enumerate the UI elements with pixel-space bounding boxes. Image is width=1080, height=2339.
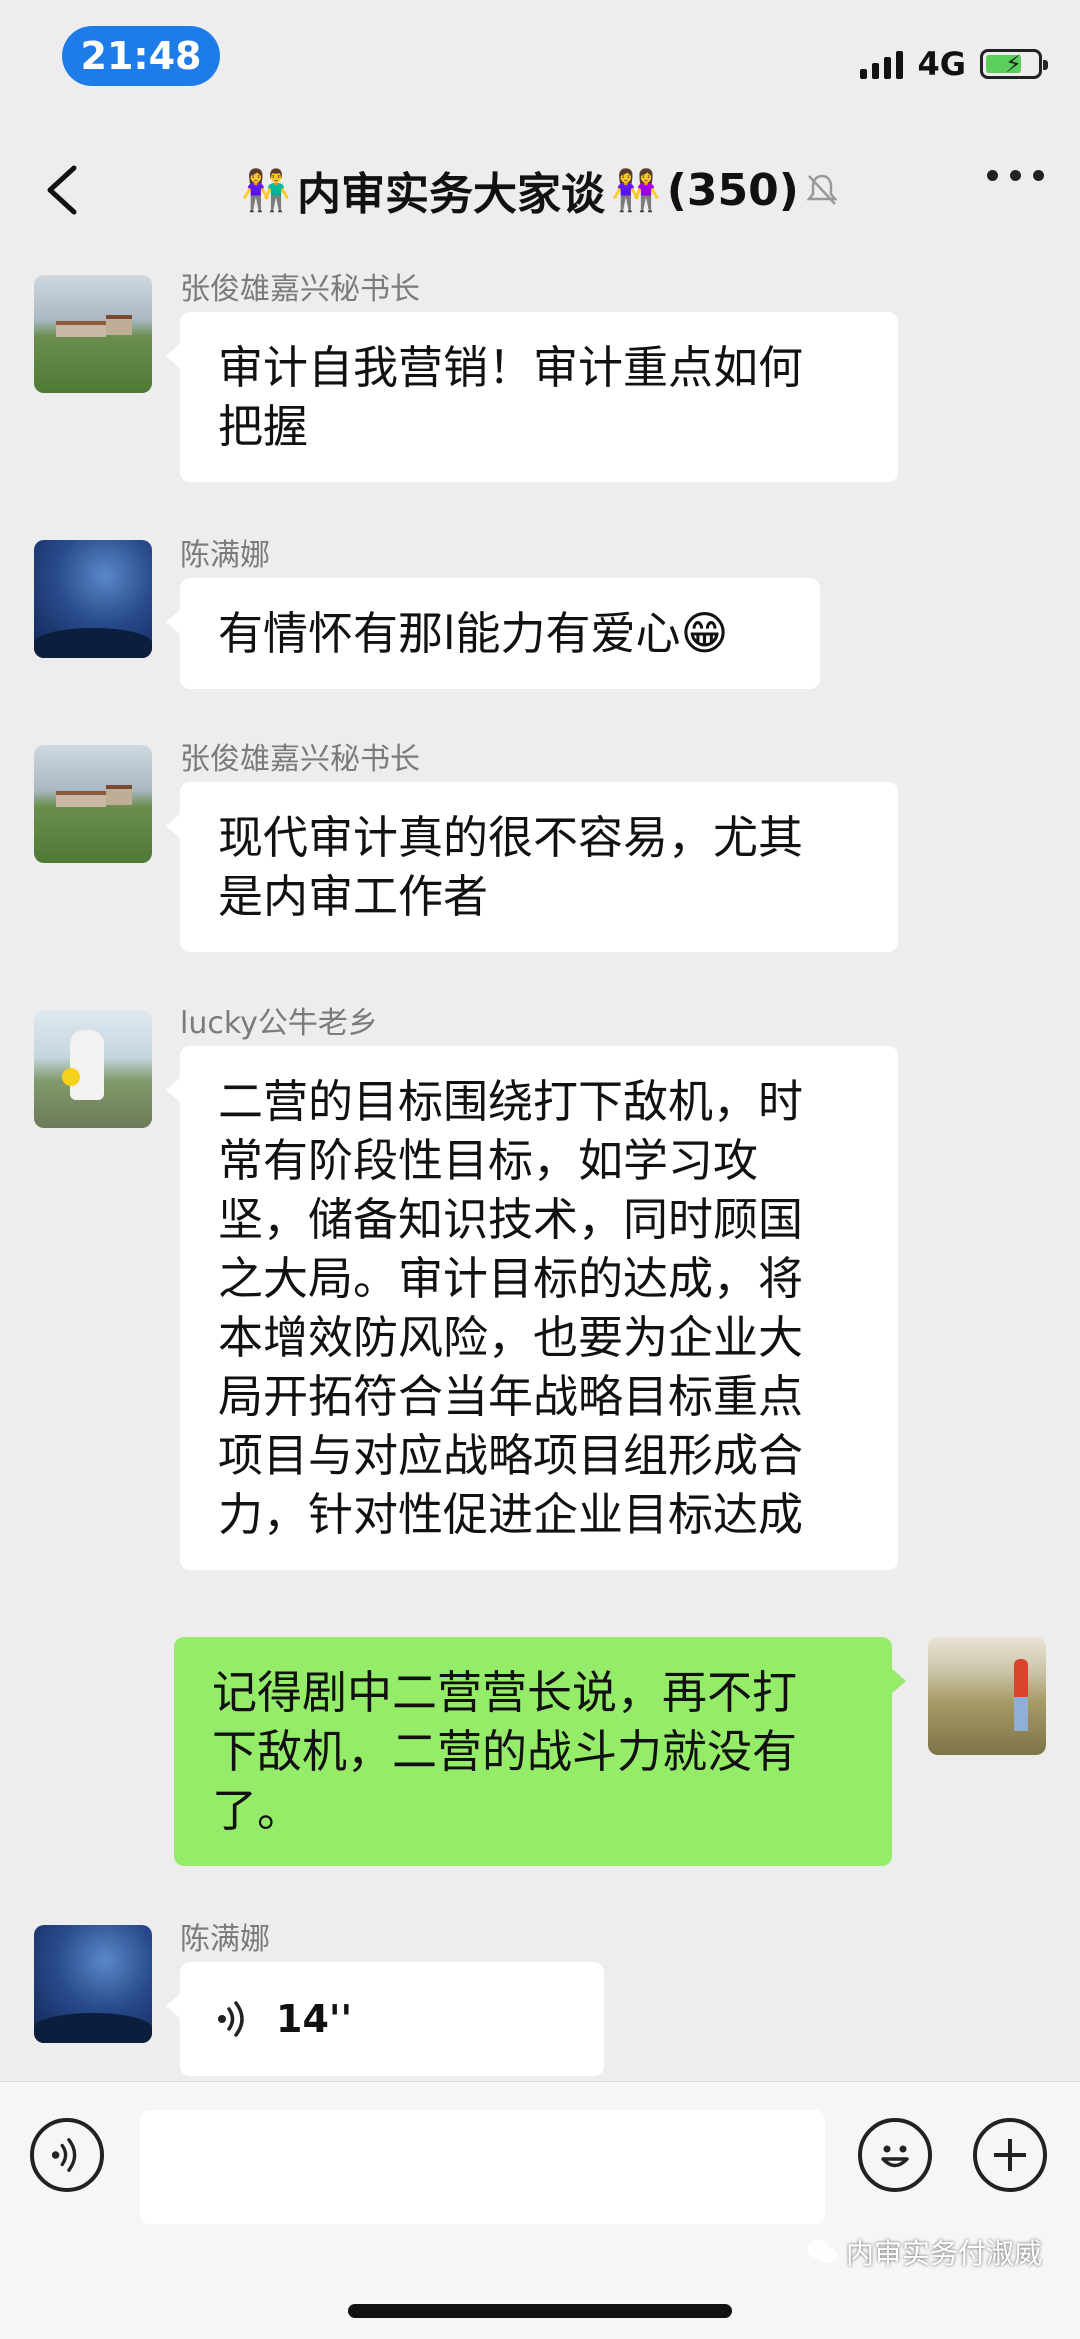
more-dot-icon xyxy=(987,170,998,181)
member-count: (350) xyxy=(666,164,799,216)
message-line: 了。 xyxy=(212,1784,303,1837)
emoji-button[interactable] xyxy=(858,2118,932,2192)
avatar[interactable] xyxy=(34,275,152,393)
smiley-icon xyxy=(881,2145,909,2168)
network-type: 4G xyxy=(917,45,966,83)
plus-icon xyxy=(994,2139,1026,2171)
voice-message-bubble[interactable]: 14'' xyxy=(166,1962,604,2076)
status-time: 21:48 xyxy=(62,26,220,86)
girls-icon: 👭 xyxy=(610,167,661,214)
voice-content: 14'' xyxy=(216,1962,568,2076)
watermark-text: 内审实务付淑威 xyxy=(845,2237,1042,2270)
own-message-bubble[interactable]: 记得剧中二营营长说，再不打 下敌机，二营的战斗力就没有 了。 xyxy=(174,1637,906,1866)
avatar[interactable] xyxy=(34,540,152,658)
message-line: 项目与对应战略项目组形成合 xyxy=(218,1429,804,1482)
battery-icon: ⚡ xyxy=(980,49,1048,79)
message-bubble[interactable]: 审计自我营销！审计重点如何 把握 xyxy=(166,312,898,482)
own-avatar[interactable] xyxy=(928,1637,1046,1755)
message-text: 有情怀有那l能力有爱心 xyxy=(218,607,681,660)
sender-name: lucky公牛老乡 xyxy=(180,1006,378,1041)
chevron-left-icon xyxy=(47,165,77,215)
more-button[interactable] xyxy=(987,170,1044,181)
people-icon: 👫 xyxy=(241,167,291,214)
message-line: 是内审工作者 xyxy=(218,870,489,923)
message-line: 二营的目标围绕打下敌机，时 xyxy=(218,1075,804,1128)
message-line: 局开拓符合当年战略目标重点 xyxy=(218,1370,804,1423)
watermark: 内审实务付淑威 xyxy=(806,2232,1042,2272)
voice-icon xyxy=(51,2138,77,2172)
message-line: 坚，储备知识技术，同时顾国 xyxy=(218,1193,804,1246)
message-bubble[interactable]: 现代审计真的很不容易，尤其 是内审工作者 xyxy=(166,782,898,952)
message-line: 审计自我营销！审计重点如何 xyxy=(218,341,804,394)
add-button[interactable] xyxy=(973,2118,1047,2192)
message-line: 下敌机，二营的战斗力就没有 xyxy=(212,1725,798,1778)
message-input[interactable] xyxy=(140,2110,825,2224)
more-dot-icon xyxy=(1010,170,1021,181)
nav-bar: 👫 内审实务大家谈 👭 (350) xyxy=(0,140,1080,240)
sender-name: 陈满娜 xyxy=(180,538,270,573)
voice-wave-icon xyxy=(218,2001,244,2037)
wechat-icon xyxy=(806,2240,837,2263)
back-button[interactable] xyxy=(42,162,98,218)
message-line: 力，针对性促进企业目标达成 xyxy=(218,1488,804,1541)
message-line: 现代审计真的很不容易，尤其 xyxy=(218,811,804,864)
message-line: 常有阶段性目标，如学习攻 xyxy=(218,1134,759,1187)
grin-emoji-icon: 😁 xyxy=(680,606,729,660)
status-indicators: 4G ⚡ xyxy=(860,42,1048,86)
message-line: 之大局。审计目标的达成，将 xyxy=(218,1252,804,1305)
chat-title: 👫 内审实务大家谈 👭 (350) xyxy=(241,158,839,222)
home-indicator[interactable] xyxy=(348,2304,732,2318)
more-dot-icon xyxy=(1033,170,1044,181)
group-name: 内审实务大家谈 xyxy=(296,169,605,220)
voice-input-button[interactable] xyxy=(30,2118,104,2192)
message-line: 本增效防风险，也要为企业大 xyxy=(218,1311,804,1364)
sender-name: 陈满娜 xyxy=(180,1922,270,1957)
input-bar: 内审实务付淑威 xyxy=(0,2081,1080,2339)
signal-icon xyxy=(860,49,904,79)
sender-name: 张俊雄嘉兴秘书长 xyxy=(180,272,420,307)
message-bubble[interactable]: 二营的目标围绕打下敌机，时 常有阶段性目标，如学习攻 坚，储备知识技术，同时顾国… xyxy=(166,1046,898,1570)
avatar[interactable] xyxy=(34,745,152,863)
sender-name: 张俊雄嘉兴秘书长 xyxy=(180,742,420,777)
avatar[interactable] xyxy=(34,1010,152,1128)
message-bubble[interactable]: 有情怀有那l能力有爱心😁 xyxy=(166,578,820,689)
message-line: 记得剧中二营营长说，再不打 xyxy=(212,1666,798,1719)
voice-duration: 14'' xyxy=(276,1996,353,2041)
message-line: 把握 xyxy=(218,400,309,453)
muted-bell-icon xyxy=(806,174,838,205)
chat-screen: 21:48 4G ⚡ 👫 内审实务大家谈 👭 (350) 张俊雄嘉兴秘书长 审计… xyxy=(0,0,1080,2339)
avatar[interactable] xyxy=(34,1925,152,2043)
